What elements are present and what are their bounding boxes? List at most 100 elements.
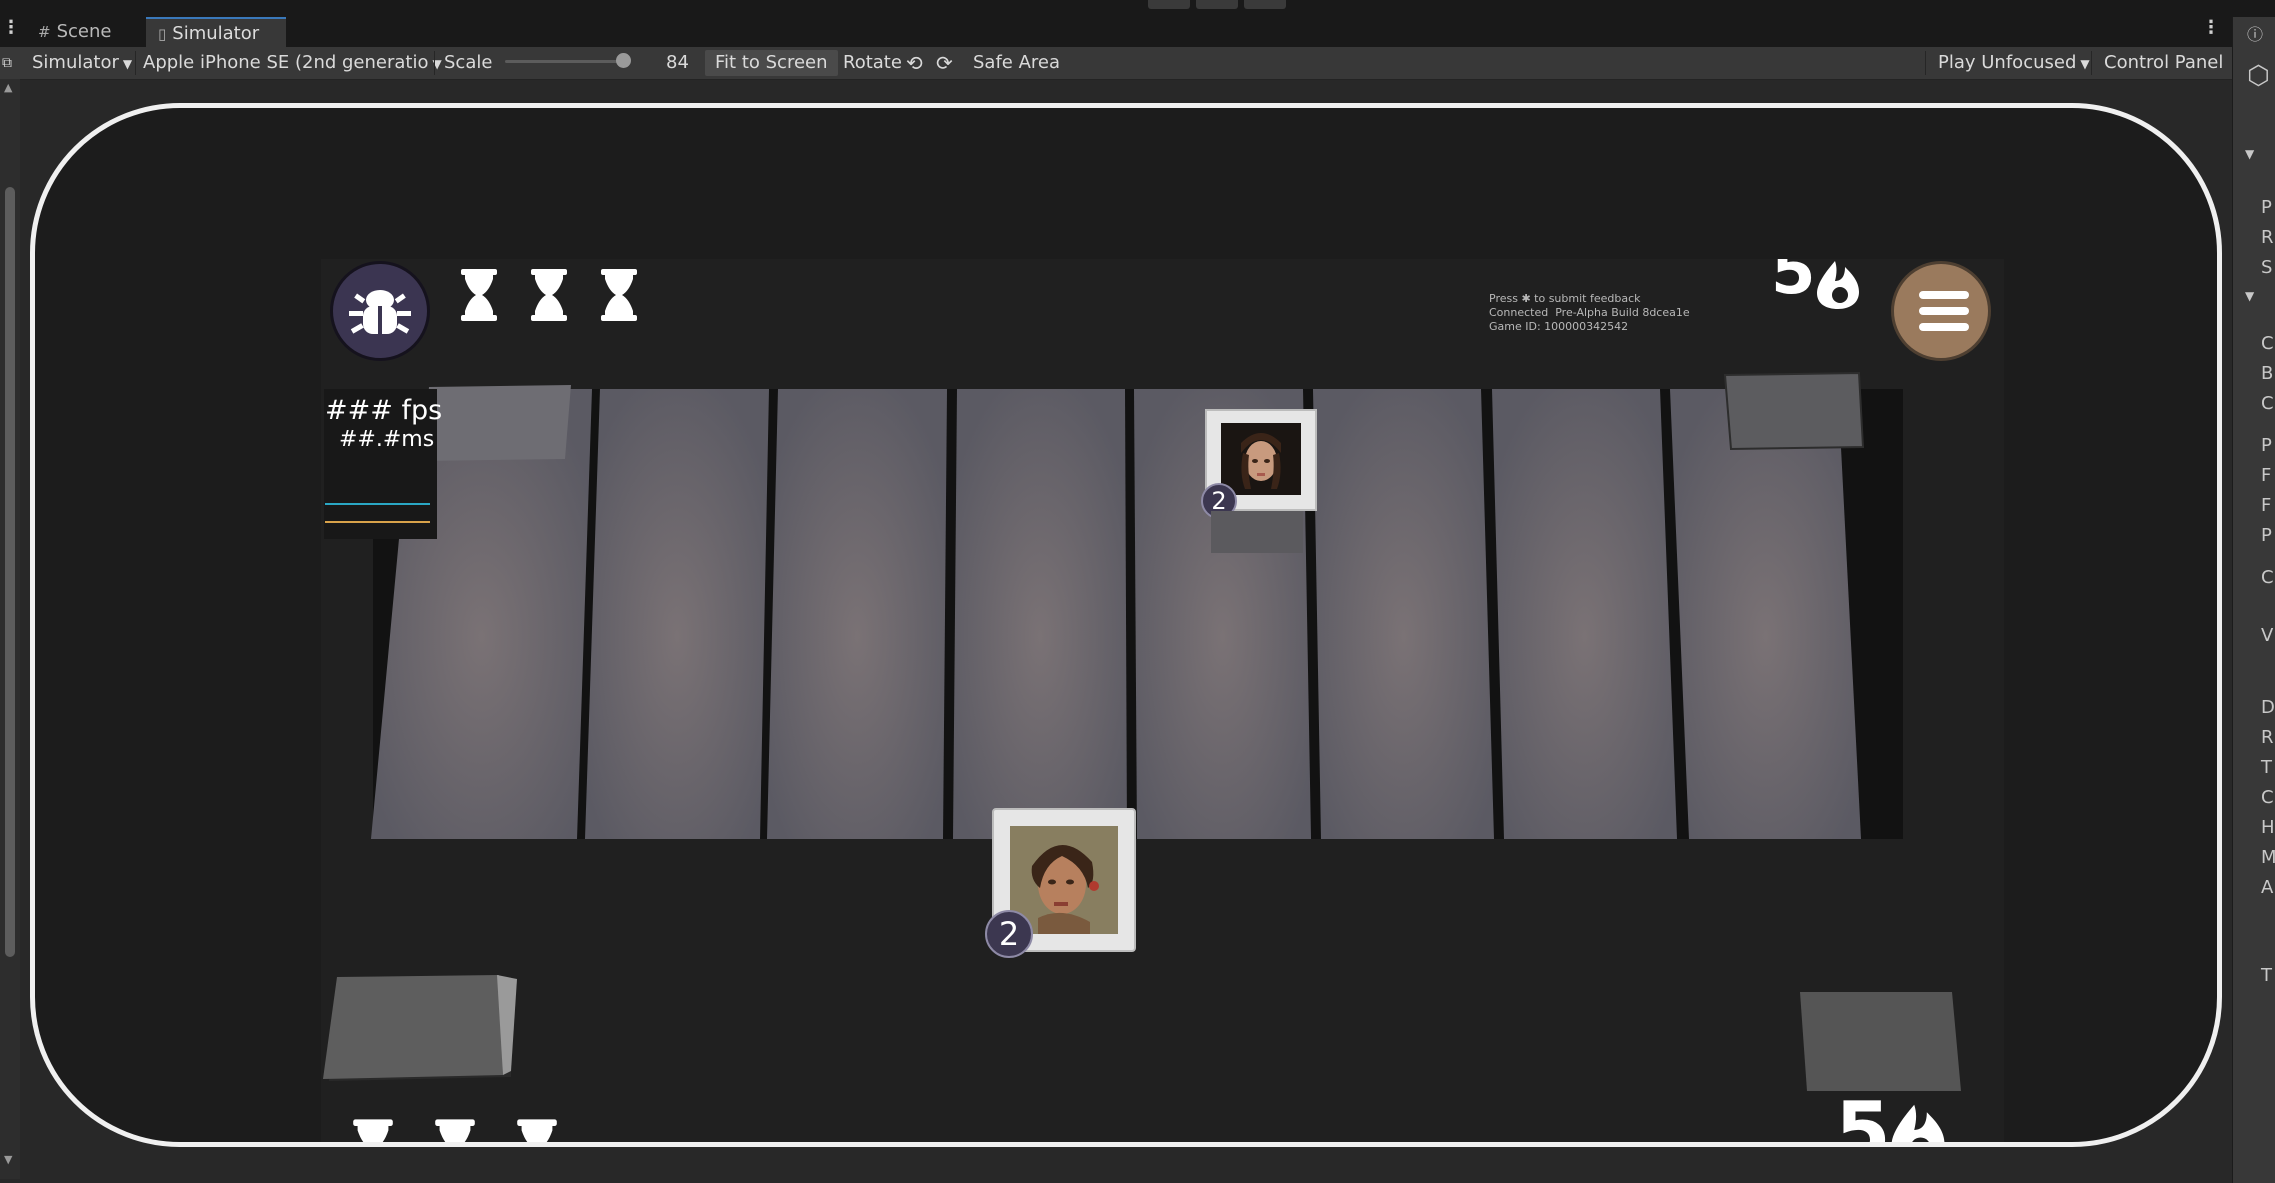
player-discard-slot[interactable]: [1800, 992, 1961, 1091]
lane-6[interactable]: [1313, 389, 1494, 839]
mode-dropdown[interactable]: Simulator ▼: [32, 47, 132, 79]
player-deck[interactable]: [323, 975, 503, 1079]
opponent-deck-slot: [423, 385, 571, 461]
tab-simulator-label: Simulator: [172, 23, 260, 44]
cube-icon[interactable]: ⬡: [2247, 61, 2270, 91]
rotate-left-icon[interactable]: ⟲: [906, 47, 923, 79]
lane-2[interactable]: [585, 389, 769, 839]
opponent-resource-count: 5: [1771, 259, 1816, 309]
bug-report-button[interactable]: [330, 261, 430, 361]
inspector-field-label: C: [2261, 393, 2274, 414]
kebab-menu-icon[interactable]: ⋮: [2, 17, 20, 38]
divider: [2091, 51, 2092, 75]
scale-label: Scale: [444, 52, 493, 73]
game-screen[interactable]: ### fps ##.#ms Press ✱ to submit feedbac…: [321, 259, 2004, 1147]
inspector-field-label: C: [2261, 787, 2274, 808]
inspector-field-label: T: [2261, 757, 2272, 778]
hourglass-icon: [461, 269, 497, 321]
inspector-field-label: A: [2261, 877, 2274, 898]
tab-scene[interactable]: # Scene: [26, 17, 144, 47]
hourglass-icon: [435, 1119, 475, 1142]
inspector-field-label: C: [2261, 333, 2274, 354]
inspector-field-label: T: [2261, 965, 2272, 986]
scroll-up-icon[interactable]: ▲: [4, 81, 12, 94]
foldout-arrow-icon[interactable]: ▼: [2245, 289, 2254, 303]
inspector-field-label: P: [2261, 197, 2272, 218]
ms-graph-line: [325, 521, 430, 523]
safe-area-toggle[interactable]: Safe Area: [963, 50, 1071, 76]
lane-4[interactable]: [953, 389, 1127, 839]
lane-8[interactable]: [1670, 389, 1861, 839]
fps-graph-line: [325, 503, 430, 505]
inspector-field-label: P: [2261, 525, 2272, 546]
hourglass-icon: [353, 1119, 393, 1142]
droplet-icon: [1891, 1104, 1945, 1142]
inspector-field-label: M: [2261, 847, 2275, 868]
player-resource-count: 5: [1835, 1085, 1891, 1147]
divider: [434, 51, 435, 75]
play-button[interactable]: [1148, 0, 1190, 9]
phone-icon: ▯: [158, 25, 167, 43]
inspector-field-label: V: [2261, 625, 2274, 646]
device-dropdown-label: Apple iPhone SE (2nd generatio: [143, 52, 429, 73]
inspector-field-label: P: [2261, 435, 2272, 456]
divider: [135, 51, 136, 75]
hourglass-icon: [531, 269, 567, 321]
inspector-field-label: B: [2261, 363, 2274, 384]
scale-slider-handle[interactable]: [616, 53, 631, 68]
opponent-card-portrait: [1221, 423, 1301, 495]
inspector-field-label: H: [2261, 817, 2275, 838]
play-mode-label: Play Unfocused: [1938, 52, 2077, 73]
ms-text: ##.#ms: [339, 427, 435, 452]
step-button[interactable]: [1244, 0, 1286, 9]
menu-button[interactable]: [1891, 261, 1991, 361]
tab-simulator[interactable]: ▯ Simulator: [146, 17, 286, 47]
inspector-field-label: C: [2261, 567, 2274, 588]
menu-icon-bar: [1919, 291, 1969, 299]
divider: [1925, 51, 1926, 75]
scroll-down-icon[interactable]: ▼: [4, 1153, 12, 1166]
device-frame: ### fps ##.#ms Press ✱ to submit feedbac…: [30, 103, 2222, 1147]
fit-to-screen-button[interactable]: Fit to Screen: [705, 50, 838, 76]
info-icon[interactable]: ⓘ: [2247, 21, 2263, 45]
foldout-arrow-icon[interactable]: ▼: [2245, 147, 2254, 161]
game-board: [323, 371, 1961, 1091]
inspector-panel: ⓘ ⬡ ▼ ▼ PRSCBCPFFPCVDRTCHMAT: [2232, 17, 2275, 1183]
grid-icon: #: [38, 23, 51, 41]
rotate-right-icon[interactable]: ⟳: [936, 47, 953, 79]
window-top-bar: [0, 0, 2275, 17]
hourglass-icon: [601, 269, 637, 321]
inspector-field-label: S: [2261, 257, 2273, 278]
tab-bar: ⋮ # Scene ▯ Simulator ⋮: [0, 17, 2275, 48]
lane-3[interactable]: [767, 389, 947, 839]
tab-options-icon[interactable]: ⋮: [2202, 17, 2220, 38]
tab-scene-label: Scene: [56, 21, 112, 42]
scale-value[interactable]: 84: [666, 47, 689, 79]
inspector-field-label: D: [2261, 697, 2275, 718]
player-card-count-badge: 2: [985, 910, 1033, 958]
scrollbar-thumb[interactable]: [5, 187, 15, 957]
opponent-card-shadow: [1211, 511, 1303, 553]
vertical-scrollbar[interactable]: ▲ ▼: [0, 79, 20, 1179]
bug-icon: [349, 290, 411, 334]
opponent-discard-slot: [1723, 371, 1865, 451]
simulator-toolbar: ⧉ Simulator ▼ Apple iPhone SE (2nd genera…: [0, 47, 2232, 80]
droplet-icon: [1817, 261, 1859, 309]
rotate-label: Rotate: [843, 52, 902, 73]
menu-icon-bar: [1919, 323, 1969, 331]
mode-dropdown-label: Simulator: [32, 52, 119, 73]
fps-text: ### fps: [325, 395, 443, 426]
control-panel-button[interactable]: Control Panel: [2104, 47, 2223, 79]
inspector-field-label: R: [2261, 727, 2274, 748]
device-dropdown[interactable]: Apple iPhone SE (2nd generatio ▼: [143, 47, 442, 79]
play-mode-dropdown[interactable]: Play Unfocused ▼: [1938, 47, 2090, 79]
chevron-down-icon: ▼: [122, 57, 133, 71]
pause-button[interactable]: [1196, 0, 1238, 9]
inspector-field-label: R: [2261, 227, 2274, 248]
feedback-status-text: Press ✱ to submit feedback Connected Pre…: [1489, 292, 1690, 333]
maximize-icon[interactable]: ⧉: [2, 47, 12, 79]
scale-slider-track[interactable]: [505, 60, 625, 63]
menu-icon-bar: [1919, 307, 1969, 315]
lane-7[interactable]: [1492, 389, 1677, 839]
chevron-down-icon: ▼: [2080, 57, 2090, 71]
